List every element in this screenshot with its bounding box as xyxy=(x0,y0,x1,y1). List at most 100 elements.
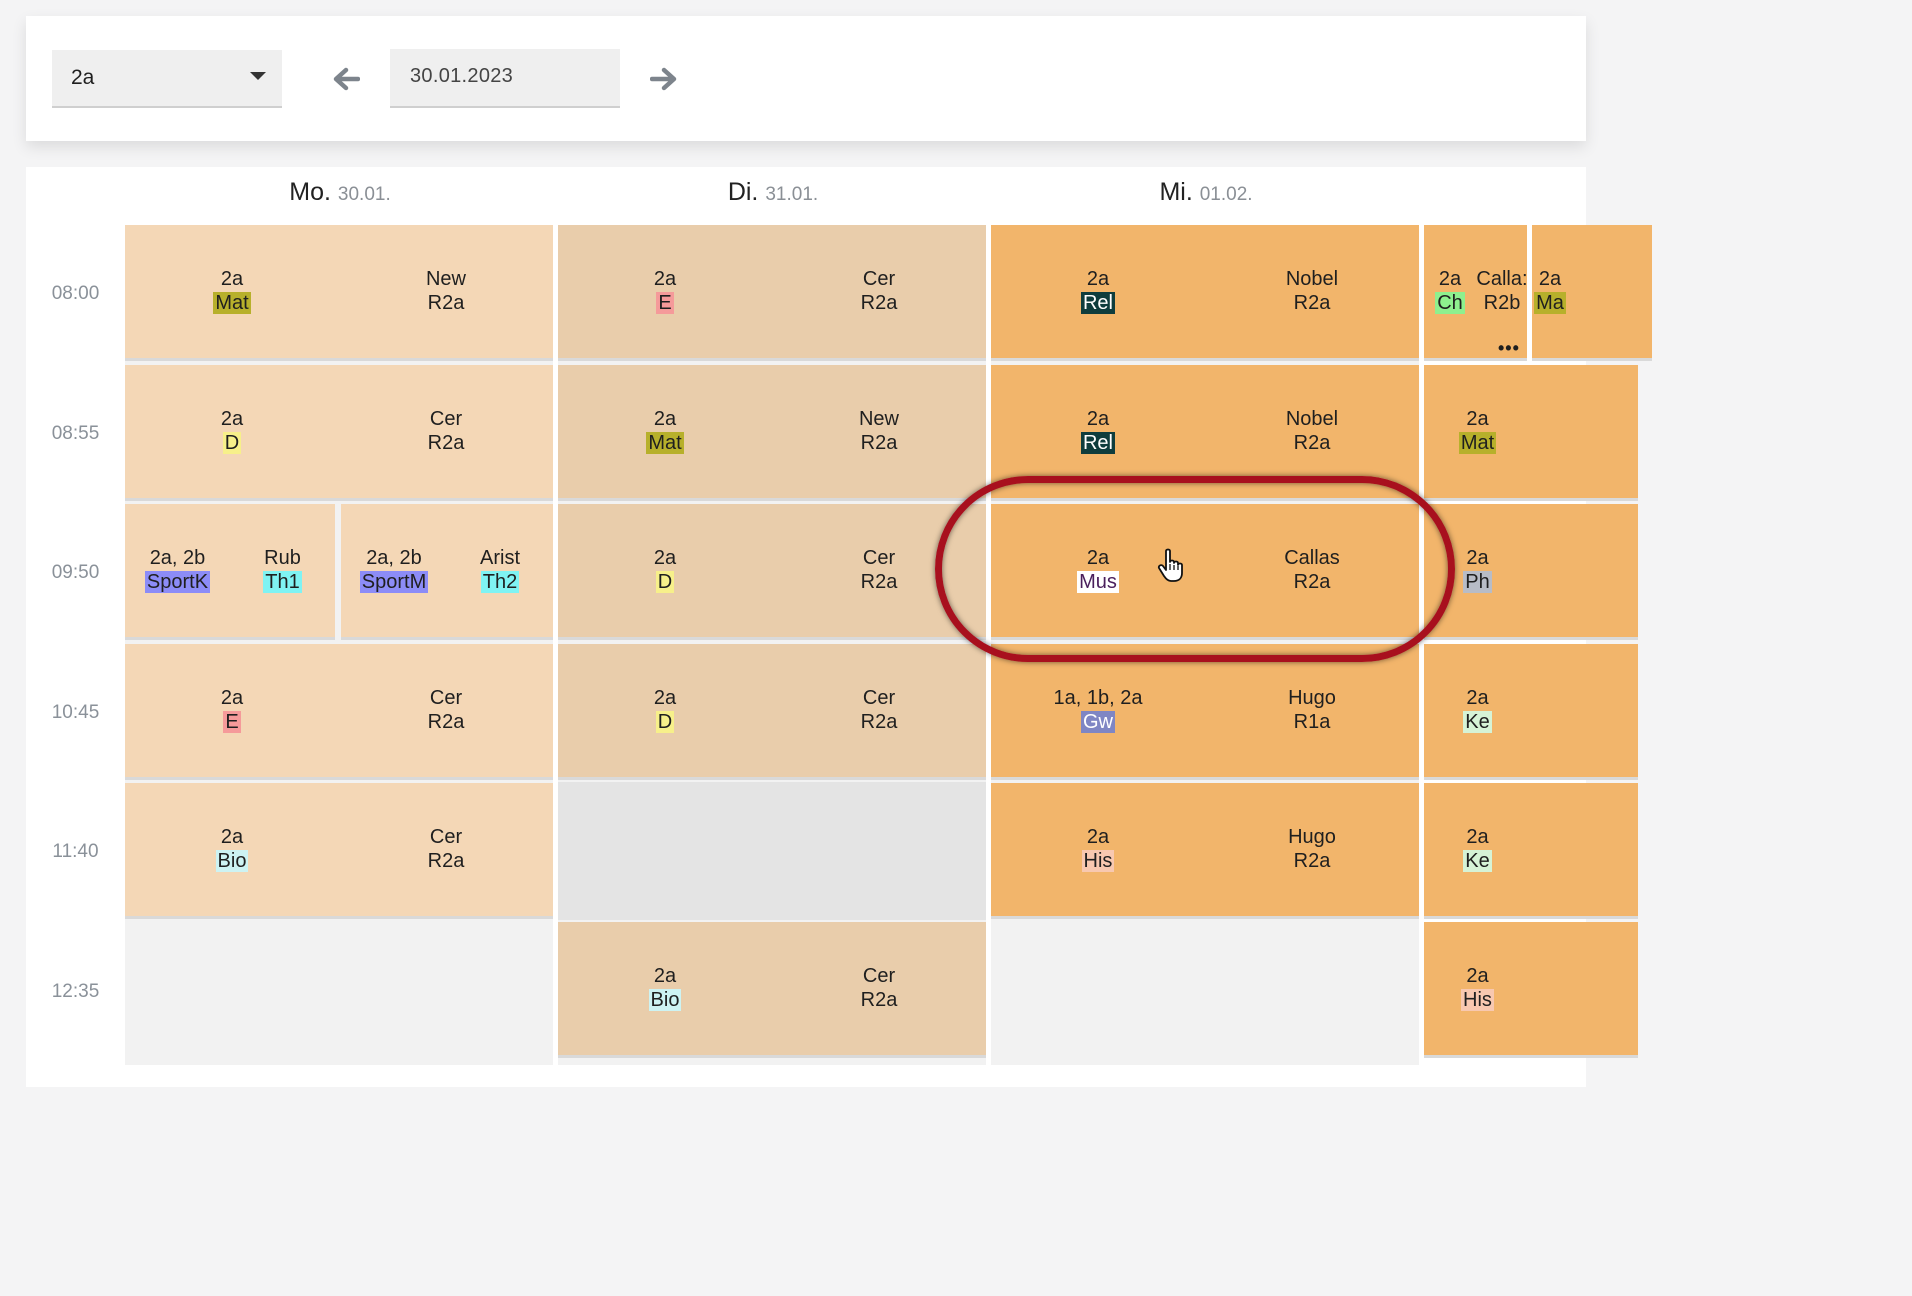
lesson-teacher: Hugo xyxy=(1288,687,1336,709)
lesson-card[interactable]: 2a D Cer R2a xyxy=(558,504,986,640)
lesson-room-wrap: R2a xyxy=(339,849,553,873)
lesson-subject: Ke xyxy=(1463,711,1492,733)
lesson-subject: His xyxy=(1461,989,1494,1011)
lesson-teacher: New xyxy=(425,268,466,290)
lesson-room-wrap: R2a xyxy=(1205,291,1419,315)
class-select[interactable]: 2a xyxy=(52,50,282,108)
lesson-room-wrap: R2b xyxy=(1476,291,1528,315)
lesson-room: R2a xyxy=(860,989,898,1011)
lesson-room: R2a xyxy=(1293,432,1331,454)
lesson-subject: Mus xyxy=(1077,571,1119,593)
lesson-subject: Bio xyxy=(648,989,682,1011)
lesson-room: R1a xyxy=(1293,711,1331,733)
lesson-room-wrap: R2a xyxy=(772,988,986,1012)
lesson-subject: D xyxy=(655,571,675,593)
lesson-subject-wrap: Ph xyxy=(1424,570,1531,594)
lesson-card[interactable]: 2a, 2b SportM Arist Th2 xyxy=(341,504,553,640)
lesson-class: 2a, 2b xyxy=(149,547,206,569)
date-field[interactable]: 30.01.2023 xyxy=(390,49,620,108)
lesson-subject: Rel xyxy=(1080,432,1115,454)
lesson-subject: Ph xyxy=(1463,571,1492,593)
lesson-room: R2b xyxy=(1483,292,1521,314)
lesson-class: 2a xyxy=(1466,965,1489,987)
lesson-subject: Ch xyxy=(1435,292,1465,314)
lesson-card[interactable]: 2a D Cer R2a xyxy=(125,365,553,501)
chevron-down-icon xyxy=(250,72,266,80)
lesson-subject-wrap: Gw xyxy=(991,710,1205,734)
lesson-room: R2a xyxy=(860,292,898,314)
day-header-tuesday: Di. 31.01. xyxy=(558,178,988,207)
lesson-teacher: Nobel xyxy=(1285,268,1339,290)
lesson-room: R2a xyxy=(427,711,465,733)
lesson-subject-wrap: D xyxy=(558,570,772,594)
lesson-teacher: Cer xyxy=(429,408,463,430)
lesson-teacher: Arist xyxy=(480,547,520,569)
lesson-subject-wrap: Ke xyxy=(1424,849,1531,873)
lesson-class: 2a xyxy=(220,408,244,430)
lesson-card[interactable]: 2a Mat New R2a xyxy=(558,365,986,501)
lesson-room: R2a xyxy=(427,292,465,314)
arrow-left-icon[interactable] xyxy=(332,64,360,94)
lesson-subject: SportM xyxy=(359,571,429,593)
lesson-teacher: Cer xyxy=(862,687,896,709)
time-label: 11:40 xyxy=(52,841,99,862)
lesson-class: 2a xyxy=(1466,547,1489,569)
lesson-card[interactable]: 2a Mat xyxy=(1424,365,1638,501)
lesson-room-wrap: R2a xyxy=(1205,431,1419,455)
lesson-card[interactable]: 2a Bio Cer R2a xyxy=(558,922,986,1058)
time-label: 09:50 xyxy=(51,562,100,583)
lesson-room-wrap: Th1 xyxy=(230,570,335,594)
lesson-class: 2a xyxy=(1466,826,1489,848)
lesson-class: 2a xyxy=(653,687,677,709)
lesson-class: 2a xyxy=(1086,268,1110,290)
lesson-class: 1a, 1b, 2a xyxy=(1053,687,1143,709)
lesson-card[interactable]: 2a, 2b SportK Rub Th1 xyxy=(125,504,335,640)
date-field-value: 30.01.2023 xyxy=(410,65,514,87)
lesson-room: Th2 xyxy=(480,571,520,593)
lesson-teacher: Cer xyxy=(862,965,896,987)
lesson-subject-wrap: D xyxy=(125,431,339,455)
lesson-card[interactable]: 2a His xyxy=(1424,922,1638,1058)
lesson-subject: His xyxy=(1081,850,1115,872)
lesson-card[interactable]: 2a E Cer R2a xyxy=(558,225,986,361)
time-label: 12:35 xyxy=(51,981,100,1002)
arrow-right-icon[interactable] xyxy=(650,64,678,94)
lesson-subject-wrap: SportK xyxy=(125,570,230,594)
lesson-subject-wrap: Ke xyxy=(1424,710,1531,734)
lesson-card[interactable]: 2a Mat New R2a xyxy=(125,225,553,361)
lesson-room-wrap: R2a xyxy=(772,431,986,455)
lesson-subject: Ke xyxy=(1463,850,1492,872)
lesson-subject-wrap: Mat xyxy=(125,291,339,315)
lesson-card[interactable]: 2a Bio Cer R2a xyxy=(125,783,553,919)
lesson-subject: E xyxy=(223,711,241,733)
lesson-card[interactable]: 2a E Cer R2a xyxy=(125,644,553,780)
lesson-class: 2a xyxy=(653,408,677,430)
lesson-subject-wrap: Rel xyxy=(991,431,1205,455)
lesson-card[interactable]: 2a Ph xyxy=(1424,504,1638,640)
time-label: 08:00 xyxy=(51,283,100,304)
lesson-room-wrap: R2a xyxy=(1205,849,1419,873)
lesson-subject-wrap: SportM xyxy=(341,570,447,594)
lesson-class: 2a xyxy=(653,965,677,987)
lesson-card[interactable]: 2a Ke xyxy=(1424,644,1638,780)
lesson-room-wrap: R2a xyxy=(339,431,553,455)
lesson-card[interactable]: 2a Rel Nobel R2a xyxy=(991,365,1419,501)
lesson-card[interactable]: 1a, 1b, 2a Gw Hugo R1a xyxy=(991,644,1419,780)
lesson-card[interactable]: 2a Rel Nobel R2a xyxy=(991,225,1419,361)
day-date: 31.01. xyxy=(765,184,819,205)
lesson-card[interactable]: 2a Mus Callas R2a xyxy=(991,504,1419,640)
lesson-class: 2a xyxy=(653,268,677,290)
lesson-room: Th1 xyxy=(263,571,302,593)
lesson-card[interactable]: 2a D Cer R2a xyxy=(558,644,986,780)
lesson-subject-wrap: Ma xyxy=(1532,291,1568,315)
lesson-subject: Rel xyxy=(1080,292,1115,314)
day-name: Mo. xyxy=(289,178,331,206)
lesson-card[interactable]: 2a His Hugo R2a xyxy=(991,783,1419,919)
lesson-class: 2a xyxy=(1466,687,1489,709)
lesson-card[interactable]: 2a Ma xyxy=(1532,225,1652,361)
lesson-room: R2a xyxy=(860,571,898,593)
more-icon[interactable]: ••• xyxy=(1498,338,1520,359)
lesson-class: 2a xyxy=(220,687,244,709)
lesson-room-wrap: R1a xyxy=(1205,710,1419,734)
lesson-card[interactable]: 2a Ke xyxy=(1424,783,1638,919)
